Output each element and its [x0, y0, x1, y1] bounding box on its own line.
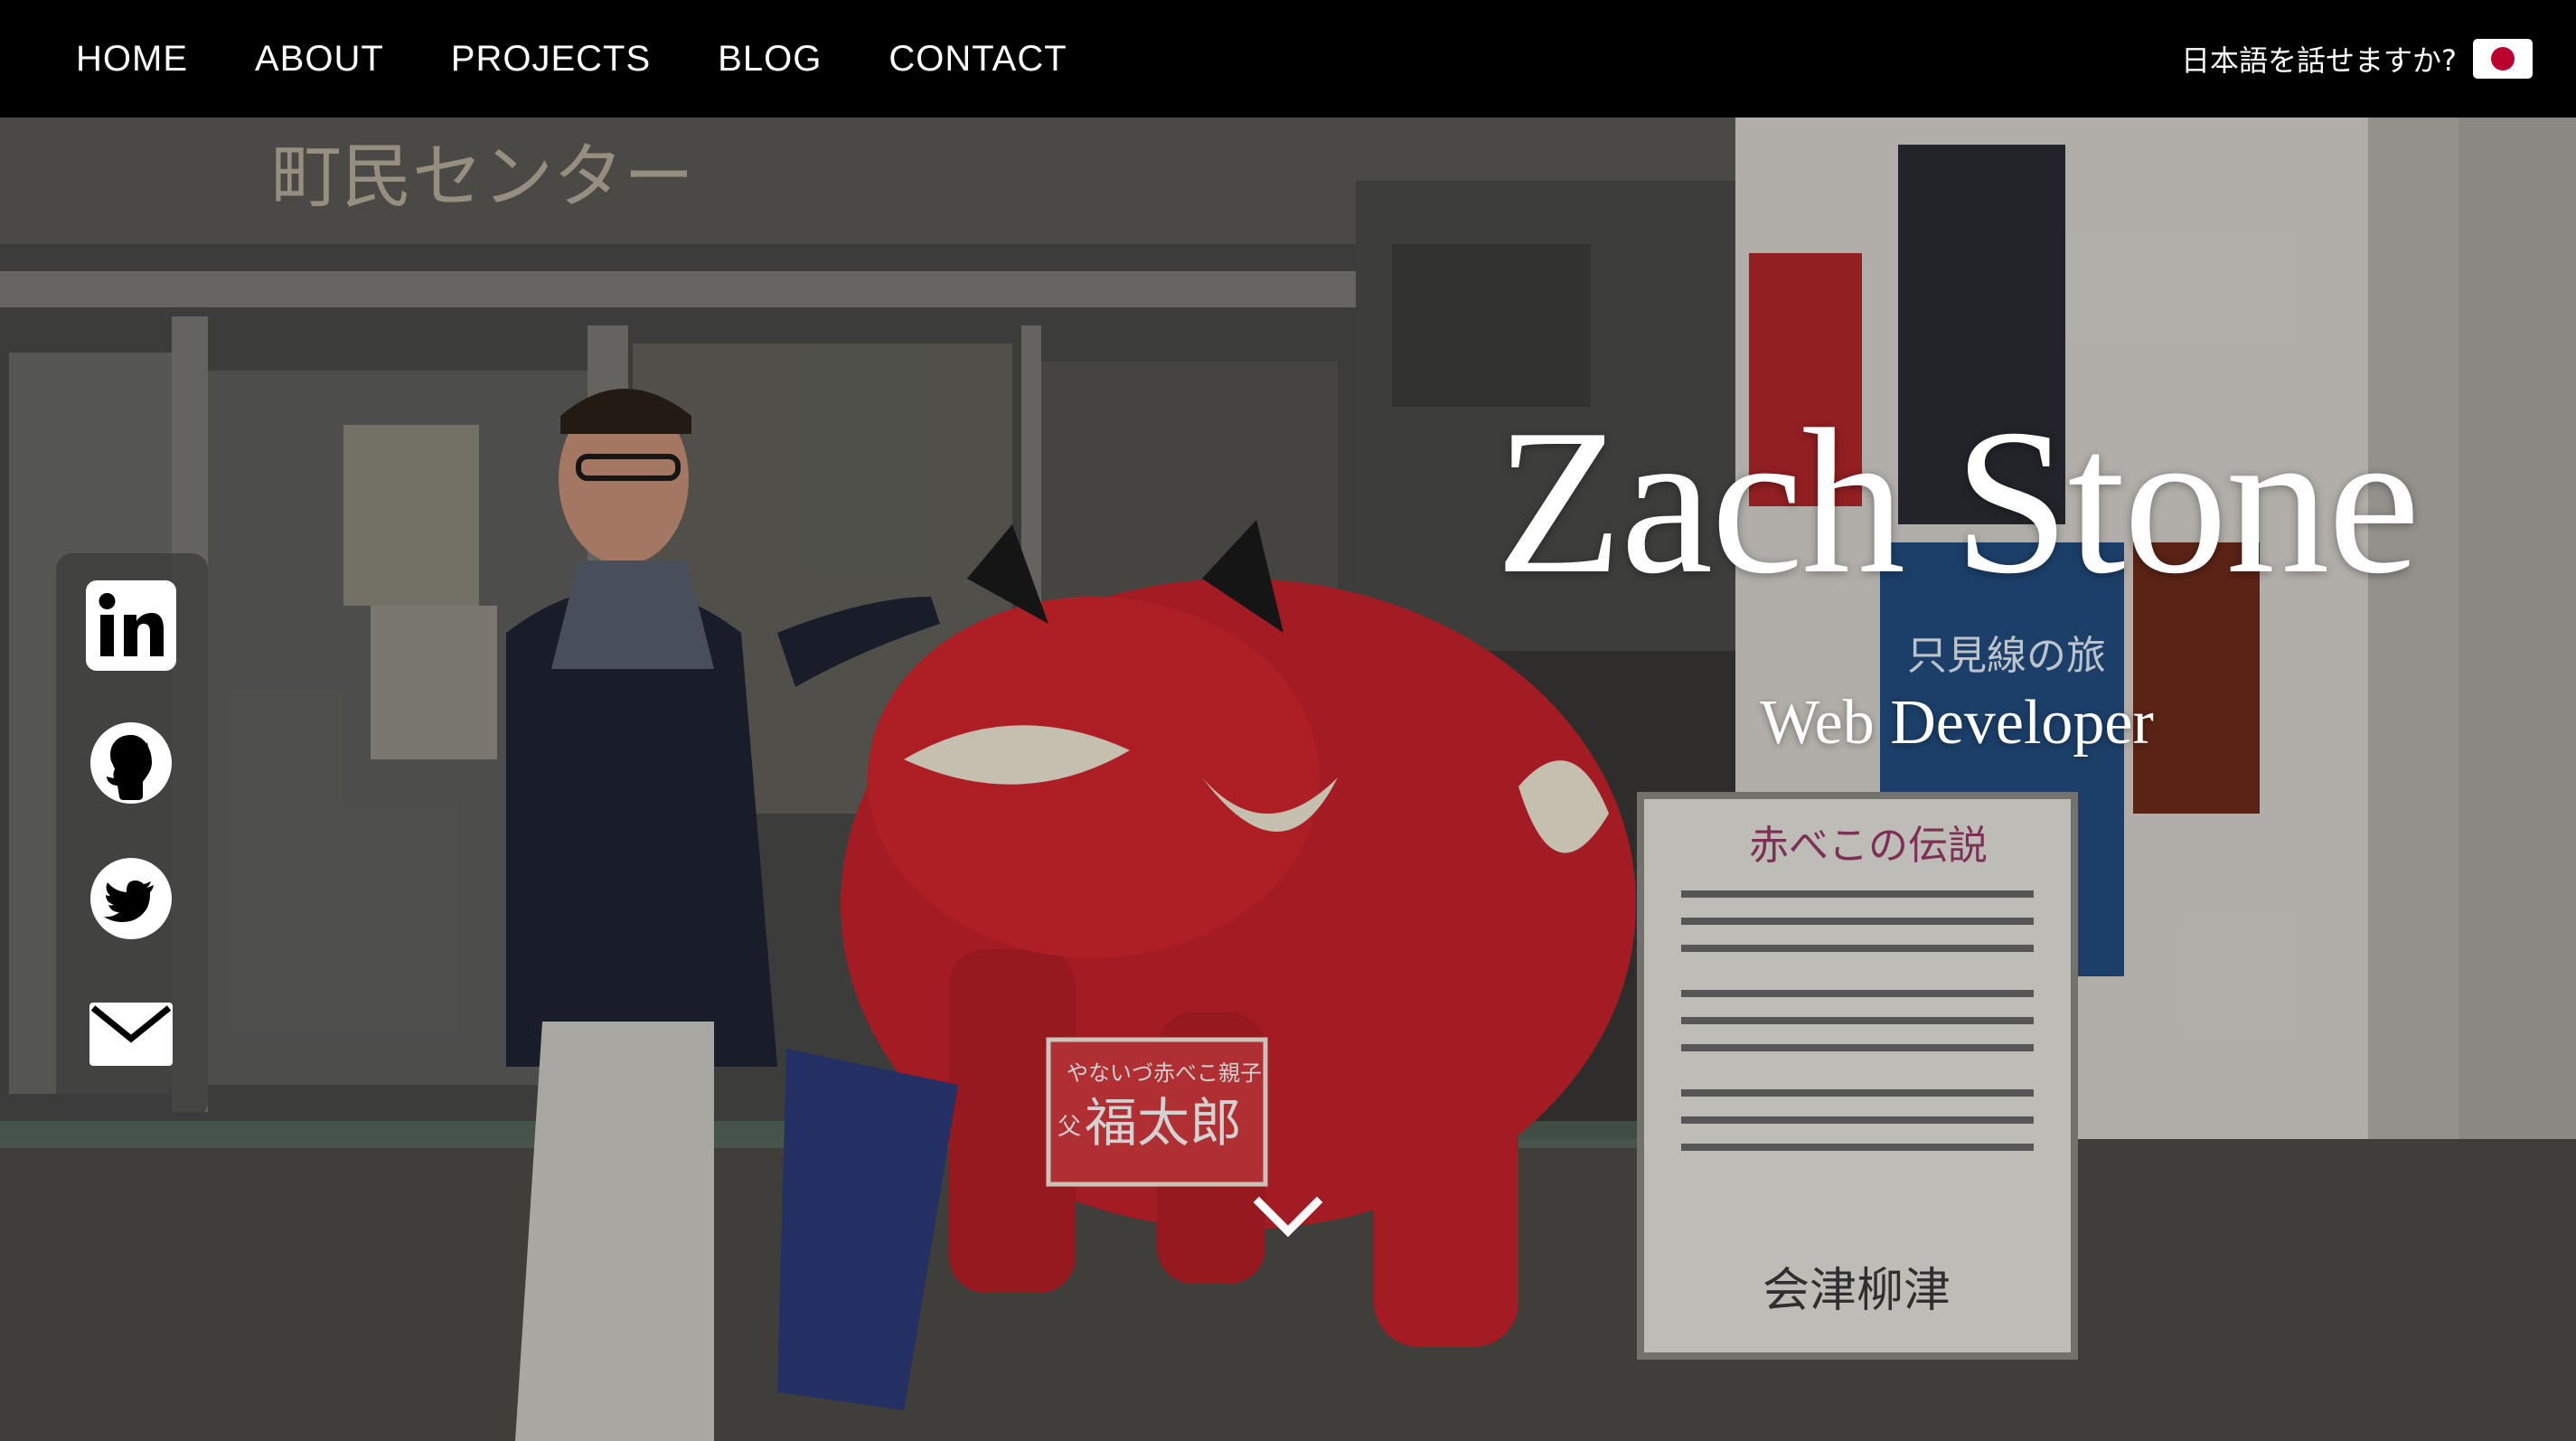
twitter-icon[interactable] [86, 853, 176, 944]
nav-projects-link[interactable]: PROJECTS [451, 39, 651, 80]
language-prompt: 日本語を話せますか? [2181, 43, 2457, 78]
hero-name-title: Zach Stone [1495, 386, 2420, 617]
nav-home-link[interactable]: HOME [76, 39, 188, 80]
linkedin-icon[interactable] [86, 580, 176, 671]
email-icon[interactable] [86, 989, 176, 1079]
hero-role-subtitle: Web Developer [1760, 688, 2154, 758]
social-links-bar [56, 553, 208, 1118]
japan-flag-icon[interactable] [2473, 39, 2533, 79]
nav-about-link[interactable]: ABOUT [255, 39, 384, 80]
nav-blog-link[interactable]: BLOG [718, 39, 822, 80]
chevron-down-icon[interactable] [1252, 1193, 1324, 1244]
language-switch[interactable]: 日本語を話せますか? [2181, 38, 2533, 80]
github-icon[interactable] [86, 718, 176, 808]
nav-links: HOME ABOUT PROJECTS BLOG CONTACT [76, 0, 1134, 118]
top-navbar: HOME ABOUT PROJECTS BLOG CONTACT 日本語を話せま… [0, 0, 2576, 118]
nav-contact-link[interactable]: CONTACT [888, 39, 1067, 80]
